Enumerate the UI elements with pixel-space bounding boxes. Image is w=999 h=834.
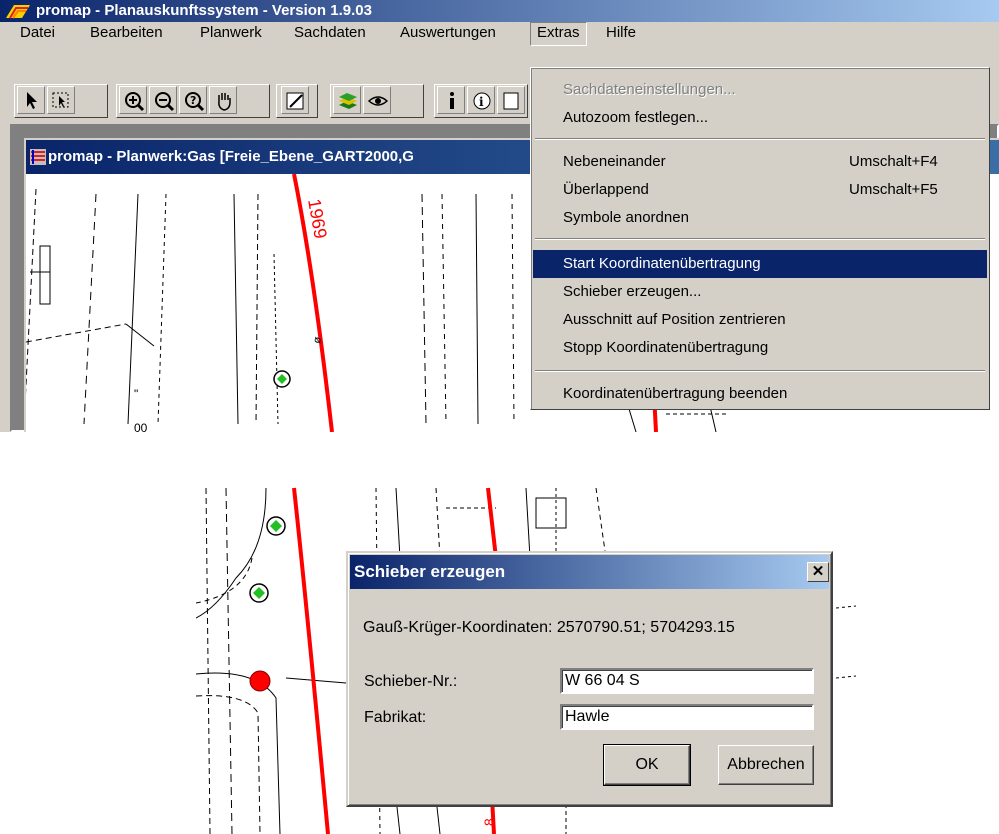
pan-hand-icon[interactable] bbox=[209, 86, 237, 114]
menu-hilfe[interactable]: Hilfe bbox=[600, 22, 642, 44]
draw-icon[interactable] bbox=[281, 86, 309, 114]
layers-icon[interactable] bbox=[333, 86, 361, 114]
svg-text:?: ? bbox=[190, 94, 196, 107]
menu-item-ausschnitt-zentrieren[interactable]: Ausschnitt auf Position zentrieren bbox=[533, 306, 987, 334]
menu-planwerk[interactable]: Planwerk bbox=[194, 22, 268, 44]
promap-logo-icon bbox=[6, 5, 30, 19]
main-application-screenshot: promap - Planauskunftssystem - Version 1… bbox=[0, 0, 999, 432]
zoom-out-icon[interactable] bbox=[149, 86, 177, 114]
info-small-icon[interactable]: i bbox=[467, 86, 495, 114]
planwerk-window-title: promap - Planwerk:Gas [Freie_Ebene_GART2… bbox=[48, 148, 414, 165]
menu-auswertungen[interactable]: Auswertungen bbox=[394, 22, 502, 44]
menu-item-nebeneinander[interactable]: Nebeneinander Umschalt+F4 bbox=[533, 148, 987, 176]
select-arrow-icon[interactable] bbox=[17, 86, 45, 114]
menu-item-autozoom-festlegen[interactable]: Autozoom festlegen... bbox=[533, 104, 987, 132]
menu-sachdaten[interactable]: Sachdaten bbox=[288, 22, 372, 44]
valve-marker-icon[interactable] bbox=[273, 370, 291, 388]
schieber-nr-input[interactable]: W 66 04 S bbox=[560, 668, 814, 694]
menu-item-ueberlappend[interactable]: Überlappend Umschalt+F5 bbox=[533, 176, 987, 204]
app-titlebar: promap - Planauskunftssystem - Version 1… bbox=[0, 0, 999, 22]
menu-item-sachdateneinstellungen[interactable]: Sachdateneinstellungen... bbox=[533, 76, 987, 104]
cancel-button[interactable]: Abbrechen bbox=[718, 745, 814, 785]
menu-item-koordinatenuebertragung-beenden[interactable]: Koordinatenübertragung beenden bbox=[533, 380, 987, 408]
menu-separator bbox=[535, 138, 985, 140]
ok-button[interactable]: OK bbox=[603, 744, 691, 786]
new-valve-position-icon[interactable] bbox=[249, 670, 271, 692]
menu-bearbeiten[interactable]: Bearbeiten bbox=[84, 22, 169, 44]
schieber-nr-label: Schieber-Nr.: bbox=[364, 673, 458, 690]
planwerk-window-icon bbox=[30, 149, 46, 165]
zoom-query-icon[interactable]: ? bbox=[179, 86, 207, 114]
dialog-titlebar[interactable]: Schieber erzeugen ✕ bbox=[350, 555, 829, 589]
toolbar-group-zoom: ? bbox=[116, 84, 270, 118]
menu-datei[interactable]: Datei bbox=[14, 22, 61, 44]
menu-item-schieber-erzeugen[interactable]: Schieber erzeugen... bbox=[533, 278, 987, 306]
menu-separator bbox=[535, 370, 985, 372]
menu-item-symbole-anordnen[interactable]: Symbole anordnen bbox=[533, 204, 987, 232]
shortcut-label: Umschalt+F4 bbox=[849, 153, 938, 170]
svg-text:8: 8 bbox=[481, 818, 497, 826]
window-icon[interactable] bbox=[497, 86, 525, 114]
select-box-icon[interactable] bbox=[47, 86, 75, 114]
extras-dropdown-menu: Sachdateneinstellungen... Autozoom festl… bbox=[530, 67, 990, 410]
schieber-erzeugen-dialog: Schieber erzeugen ✕ Gauß-Krüger-Koordina… bbox=[346, 551, 833, 807]
menu-item-start-koordinatenuebertragung[interactable]: Start Koordinatenübertragung bbox=[533, 250, 987, 278]
toolbar-group-layers bbox=[330, 84, 424, 118]
shortcut-label: Umschalt+F5 bbox=[849, 181, 938, 198]
coordinates-text: Gauß-Krüger-Koordinaten: 2570790.51; 570… bbox=[363, 619, 735, 636]
app-title: promap - Planauskunftssystem - Version 1… bbox=[36, 2, 372, 19]
svg-text:": " bbox=[134, 387, 138, 401]
toolbar-group-select bbox=[14, 84, 108, 118]
pipe-year-label: 1969 bbox=[304, 197, 331, 240]
fabrikat-input[interactable]: Hawle bbox=[560, 704, 814, 730]
close-icon[interactable]: ✕ bbox=[807, 562, 829, 582]
valve-marker-icon[interactable] bbox=[266, 516, 286, 536]
menu-extras[interactable]: Extras bbox=[530, 22, 587, 46]
dialog-title: Schieber erzeugen bbox=[354, 562, 506, 581]
zoom-in-icon[interactable] bbox=[119, 86, 147, 114]
svg-text:i: i bbox=[479, 95, 484, 109]
valve-marker-icon[interactable] bbox=[249, 583, 269, 603]
toolbar-group-info: i bbox=[434, 84, 528, 118]
toolbar-group-draw bbox=[276, 84, 318, 118]
menu-separator bbox=[535, 238, 985, 240]
info-icon[interactable] bbox=[437, 86, 465, 114]
fabrikat-label: Fabrikat: bbox=[364, 709, 427, 726]
svg-text:00: 00 bbox=[134, 421, 148, 432]
visibility-eye-icon[interactable] bbox=[363, 86, 391, 114]
menu-item-stopp-koordinatenuebertragung[interactable]: Stopp Koordinatenübertragung bbox=[533, 334, 987, 362]
